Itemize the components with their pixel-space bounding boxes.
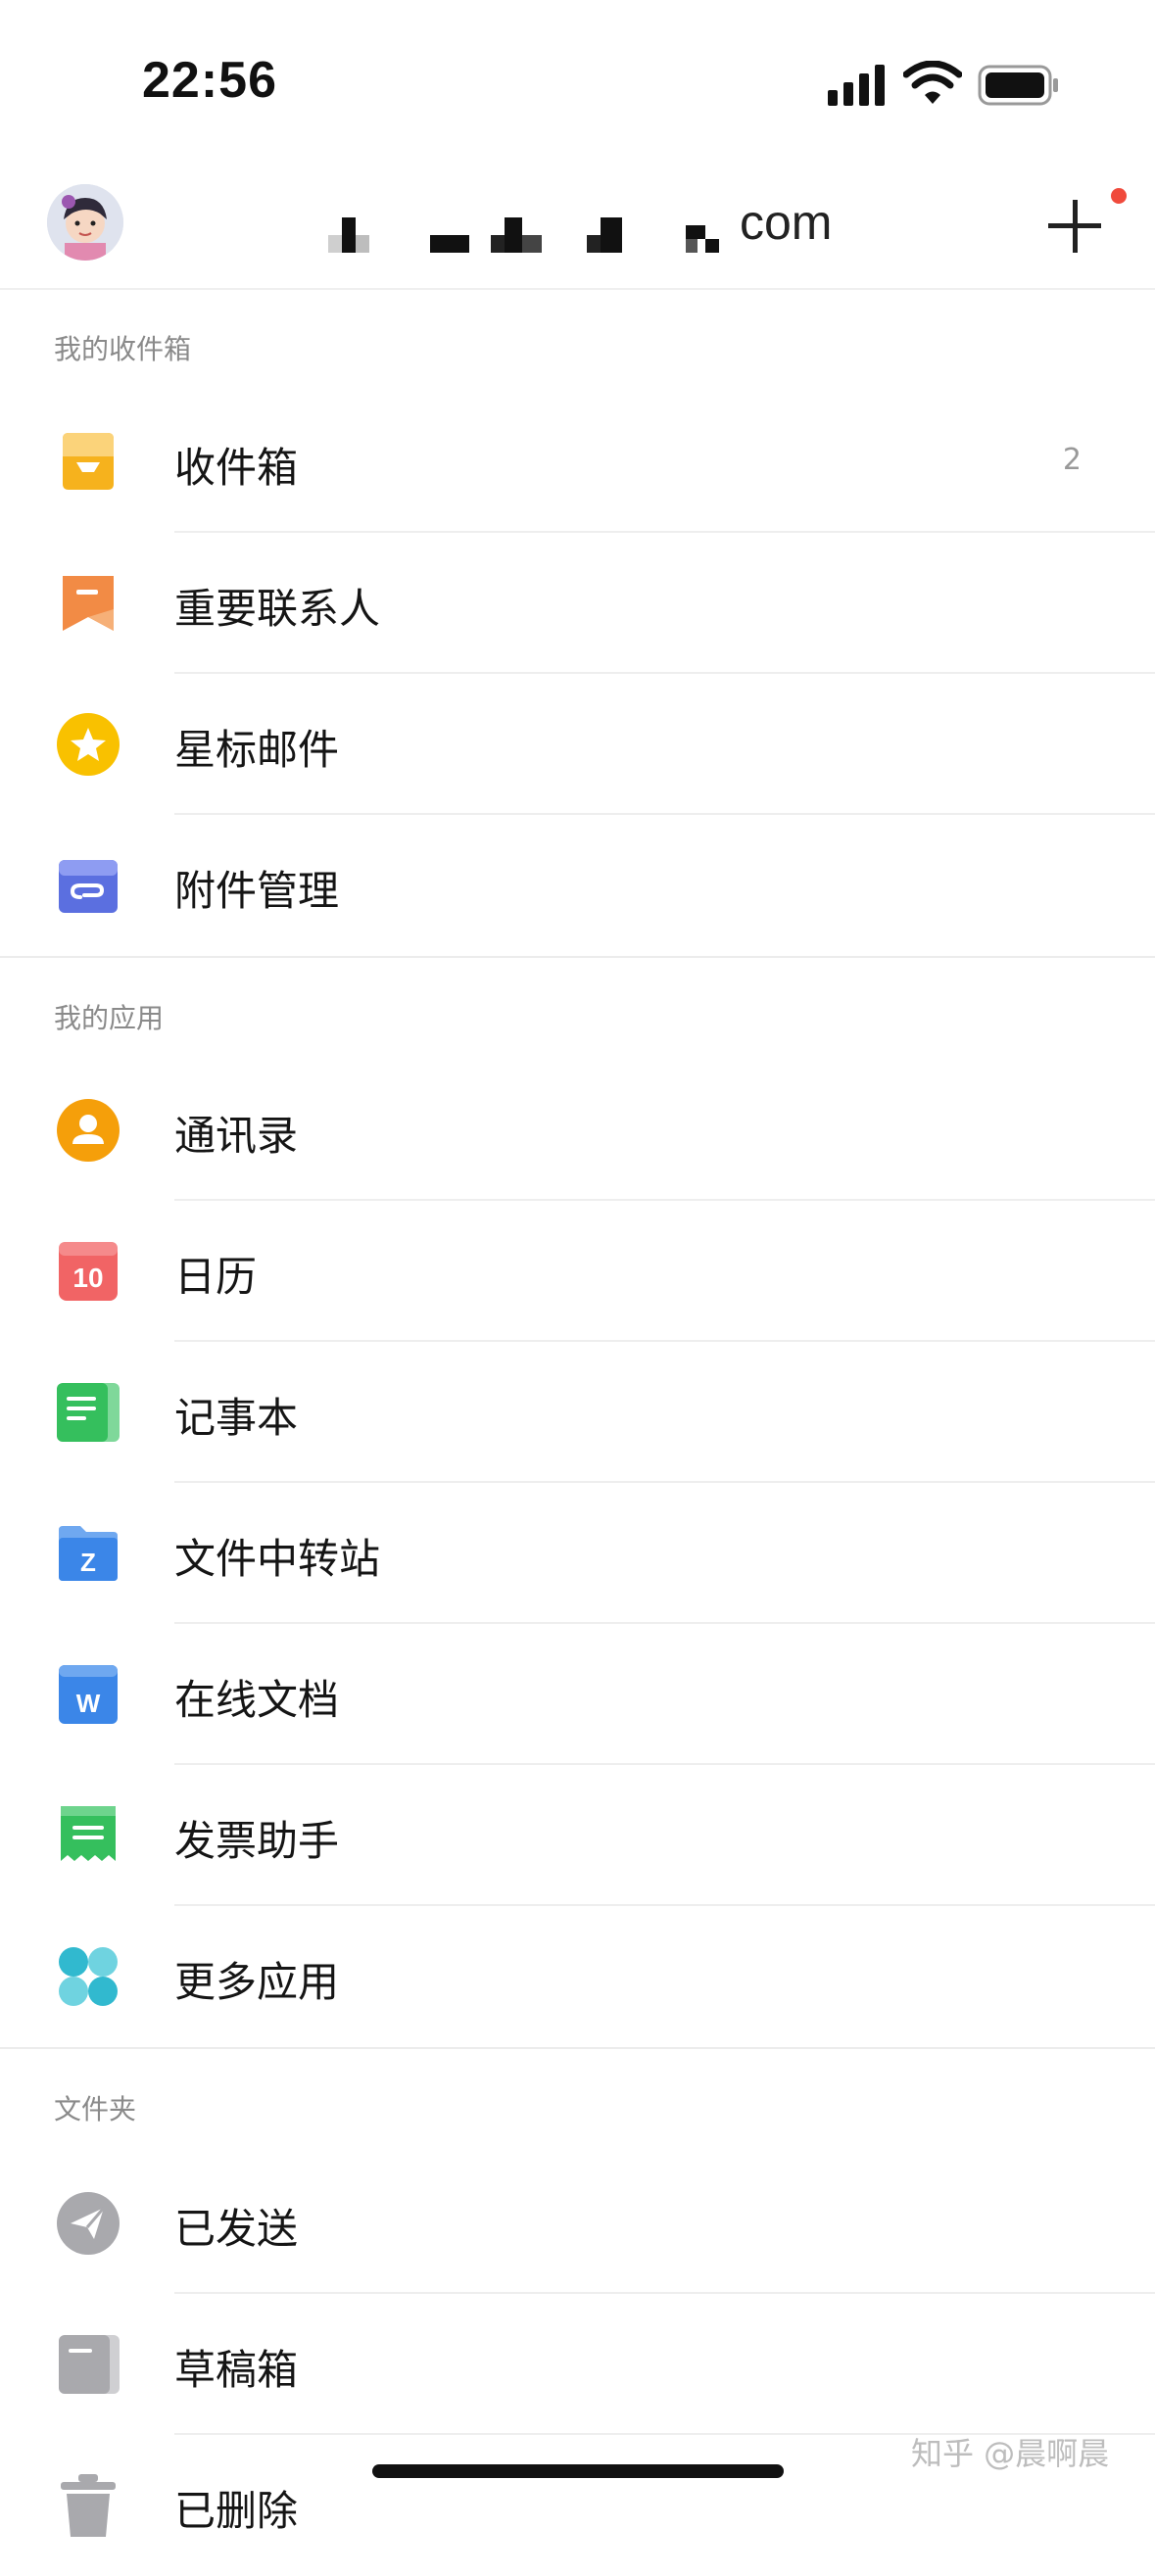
watermark: 知乎 @晨啊晨 [911, 2435, 1110, 2472]
inbox-label: 收件箱 [174, 444, 299, 492]
add-button[interactable] [1044, 194, 1107, 257]
header: com [0, 167, 1155, 290]
invoice-label: 发票助手 [174, 1817, 340, 1865]
section-divider [0, 2047, 1155, 2049]
doc-w-icon: W [59, 1665, 118, 1724]
list-item-inbox[interactable]: 收件箱 2 [0, 392, 1155, 533]
attachments-label: 附件管理 [174, 867, 340, 915]
drafts-label: 草稿箱 [174, 2346, 299, 2394]
home-indicator [372, 2464, 784, 2478]
starred-label: 星标邮件 [174, 726, 340, 774]
wifi-icon [903, 61, 962, 104]
list-item-attachments[interactable]: 附件管理 [0, 815, 1155, 956]
signal-icon [828, 65, 885, 106]
list-item-online-docs[interactable]: W 在线文档 [0, 1624, 1155, 1765]
folder-z-glyph: Z [80, 1548, 96, 1577]
file-transfer-label: 文件中转站 [174, 1535, 381, 1583]
section-divider [0, 956, 1155, 958]
contacts-label: 通讯录 [174, 1112, 299, 1160]
invoice-icon [61, 1806, 116, 1861]
bookmark-icon [63, 576, 114, 631]
deleted-label: 已删除 [174, 2487, 299, 2535]
more-apps-icon [59, 1947, 118, 2006]
attachment-icon [59, 860, 118, 913]
notebook-icon [57, 1383, 120, 1442]
list-item-more-apps[interactable]: 更多应用 [0, 1906, 1155, 2047]
status-time: 22:56 [142, 52, 277, 109]
list-item-invoice[interactable]: 发票助手 [0, 1765, 1155, 1906]
list-item-drafts[interactable]: 草稿箱 [0, 2294, 1155, 2435]
notebook-label: 记事本 [174, 1394, 299, 1442]
list-item-calendar[interactable]: 10 日历 [0, 1201, 1155, 1342]
avatar[interactable] [47, 184, 123, 261]
battery-icon [978, 65, 1058, 106]
calendar-badge: 10 [72, 1263, 103, 1293]
sent-label: 已发送 [174, 2205, 299, 2253]
list-item-sent[interactable]: 已发送 [0, 2153, 1155, 2294]
important-contacts-label: 重要联系人 [174, 585, 381, 633]
online-docs-label: 在线文档 [174, 1676, 340, 1724]
folder-z-icon: Z [59, 1526, 118, 1581]
list-item-file-transfer[interactable]: Z 文件中转站 [0, 1483, 1155, 1624]
doc-w-glyph: W [76, 1689, 101, 1718]
more-apps-label: 更多应用 [174, 1958, 340, 2006]
section-title-apps: 我的应用 [54, 1002, 165, 1034]
send-icon [57, 2192, 120, 2255]
list-item-contacts[interactable]: 通讯录 [0, 1060, 1155, 1201]
status-bar: 22:56 [0, 0, 1155, 167]
list-item-starred[interactable]: 星标邮件 [0, 674, 1155, 815]
draft-icon [59, 2335, 120, 2394]
contacts-icon [57, 1099, 120, 1162]
account-email-mask [328, 217, 719, 253]
inbox-count: 2 [1062, 443, 1082, 477]
star-icon [57, 713, 120, 776]
calendar-label: 日历 [174, 1253, 258, 1301]
account-email-suffix[interactable]: com [740, 194, 832, 251]
inbox-icon [63, 433, 114, 490]
list-item-important-contacts[interactable]: 重要联系人 [0, 533, 1155, 674]
section-title-folders: 文件夹 [54, 2093, 137, 2125]
section-title-mailbox: 我的收件箱 [54, 333, 192, 365]
calendar-icon: 10 [59, 1242, 118, 1301]
notification-dot [1111, 188, 1127, 204]
list-item-notebook[interactable]: 记事本 [0, 1342, 1155, 1483]
trash-icon [61, 2474, 116, 2537]
